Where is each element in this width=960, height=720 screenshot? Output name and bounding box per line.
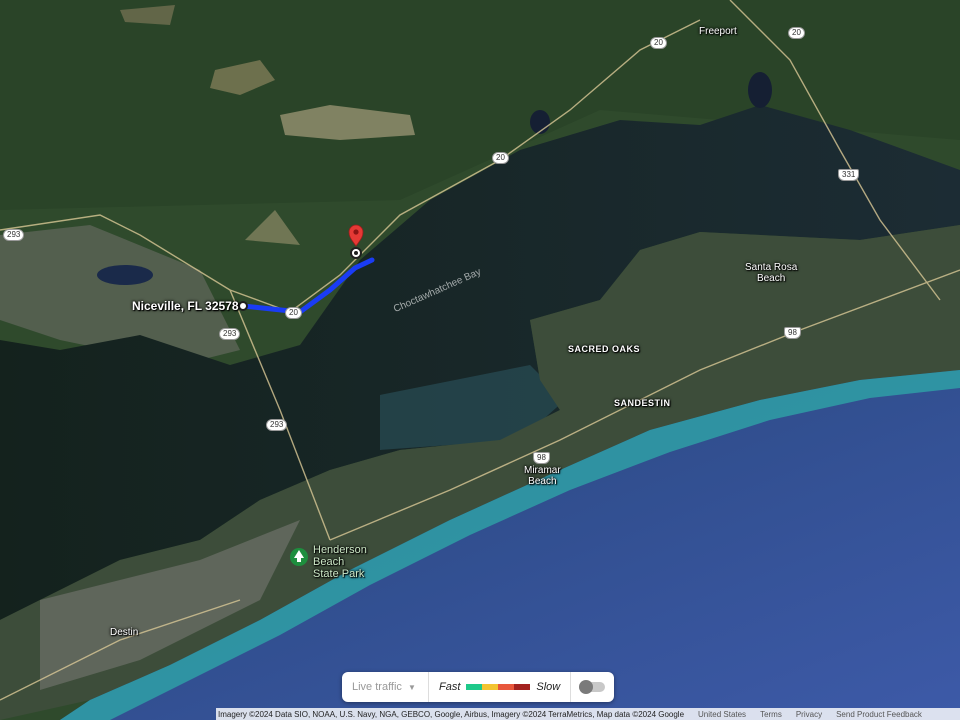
traffic-swatch xyxy=(482,684,499,690)
route-shield-20: 20 xyxy=(650,37,667,49)
place-label-miramar-beach[interactable]: Miramar Beach xyxy=(524,465,561,487)
live-traffic-label: Live traffic xyxy=(352,681,402,693)
satellite-map[interactable] xyxy=(0,0,960,720)
footer-link-country[interactable]: United States xyxy=(698,710,746,719)
traffic-legend: Fast Slow xyxy=(429,681,570,693)
route-shield-20: 20 xyxy=(788,27,805,39)
lake xyxy=(530,110,550,134)
live-traffic-dropdown[interactable]: Live traffic ▼ xyxy=(342,681,428,693)
toggle-knob xyxy=(579,680,594,694)
route-shield-293: 293 xyxy=(3,229,25,241)
place-label-freeport[interactable]: Freeport xyxy=(699,26,737,37)
park-pin-icon[interactable] xyxy=(290,548,308,566)
caret-down-icon: ▼ xyxy=(407,682,416,692)
place-label-sandestin[interactable]: SANDESTIN xyxy=(614,398,671,408)
footer-link-terms[interactable]: Terms xyxy=(760,710,782,719)
place-label-destin[interactable]: Destin xyxy=(110,627,138,638)
footer-link-feedback[interactable]: Send Product Feedback xyxy=(836,710,922,719)
place-label-santa-rosa-beach[interactable]: Santa Rosa Beach xyxy=(745,262,797,284)
route-shield-20: 20 xyxy=(285,307,302,319)
traffic-toggle[interactable] xyxy=(579,680,606,694)
map-attribution: Imagery ©2024 Data SIO, NOAA, U.S. Navy,… xyxy=(218,709,685,719)
footer-link-privacy[interactable]: Privacy xyxy=(796,710,822,719)
lake xyxy=(97,265,153,285)
traffic-slow-label: Slow xyxy=(536,681,561,693)
map-footer: Imagery ©2024 Data SIO, NOAA, U.S. Navy,… xyxy=(216,708,960,720)
traffic-fast-label: Fast xyxy=(439,681,461,693)
traffic-swatch xyxy=(514,684,531,690)
route-shield-98: 98 xyxy=(533,452,550,464)
divider xyxy=(570,672,572,702)
route-origin-label[interactable]: Niceville, FL 32578 xyxy=(132,299,239,313)
destination-dot-center xyxy=(354,251,358,255)
route-shield-98: 98 xyxy=(784,327,801,339)
route-shield-20: 20 xyxy=(492,152,509,164)
route-shield-331: 331 xyxy=(838,169,860,181)
lake xyxy=(748,72,772,108)
traffic-swatch xyxy=(466,684,483,690)
route-shield-293: 293 xyxy=(219,328,241,340)
traffic-control: Live traffic ▼ Fast Slow xyxy=(342,672,614,702)
place-label-sacred-oaks[interactable]: SACRED OAKS xyxy=(568,344,640,354)
route-shield-293: 293 xyxy=(266,419,288,431)
place-label-henderson-beach-state-park[interactable]: Henderson Beach State Park xyxy=(313,544,367,580)
traffic-swatch xyxy=(498,684,515,690)
origin-marker[interactable] xyxy=(238,301,248,311)
